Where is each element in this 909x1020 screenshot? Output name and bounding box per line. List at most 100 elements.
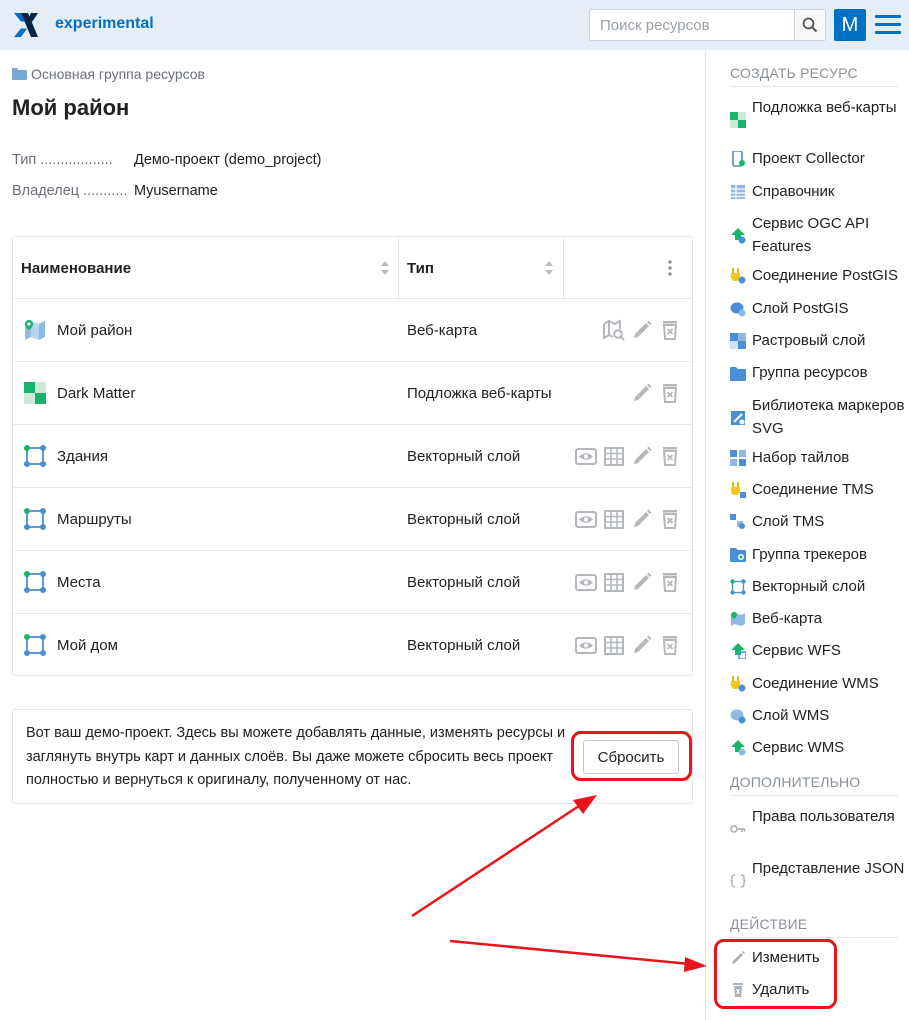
table-row[interactable]: Маршруты Векторный слой bbox=[13, 488, 692, 551]
table-row[interactable]: Мой дом Векторный слой bbox=[13, 614, 692, 677]
edit-pencil-icon[interactable] bbox=[631, 508, 653, 530]
key-icon bbox=[730, 825, 746, 833]
sidebar-item-label: Соединение PostGIS bbox=[752, 267, 898, 284]
sidebar-item-label: Сервис OGC API Features bbox=[752, 215, 870, 255]
sidebar-item-collector[interactable]: Проект Collector bbox=[730, 147, 906, 170]
vector-layer-icon bbox=[24, 571, 46, 593]
basemap-icon bbox=[730, 112, 746, 128]
table-row[interactable]: Места Векторный слой bbox=[13, 551, 692, 614]
column-menu-icon[interactable] bbox=[665, 259, 675, 277]
delete-trash-icon[interactable] bbox=[659, 634, 681, 656]
basemap-icon bbox=[24, 382, 46, 404]
sidebar-item-postgis-connection[interactable]: Соединение PostGIS bbox=[730, 264, 906, 287]
edit-pencil-icon[interactable] bbox=[631, 634, 653, 656]
ogcf-service-icon bbox=[731, 228, 746, 244]
table-grid-icon[interactable] bbox=[603, 445, 625, 467]
sidebar-item-vector-layer[interactable]: Векторный слой bbox=[730, 575, 906, 598]
sidebar-item-wms-service[interactable]: Сервис WMS bbox=[730, 736, 906, 759]
sidebar-item-label: Группа ресурсов bbox=[752, 364, 868, 381]
delete-trash-icon[interactable] bbox=[659, 319, 681, 341]
edit-pencil-icon[interactable] bbox=[631, 445, 653, 467]
notice-text: Вот ваш демо-проект. Здесь вы можете доб… bbox=[26, 725, 566, 788]
webmap-icon bbox=[731, 612, 745, 626]
tracker-group-icon bbox=[730, 548, 746, 562]
sidebar-item-svg-marker-library[interactable]: Библиотека маркеров SVG bbox=[730, 394, 906, 440]
sidebar-item-resource-group[interactable]: Группа ресурсов bbox=[730, 361, 906, 384]
delete-trash-icon[interactable] bbox=[659, 445, 681, 467]
sidebar-item-label: Библиотека маркеров SVG bbox=[752, 397, 905, 437]
search-button[interactable] bbox=[794, 10, 825, 40]
sidebar-item-postgis-layer[interactable]: Слой PostGIS bbox=[730, 297, 906, 320]
sidebar-item-wfs-service[interactable]: Сервис WFS bbox=[730, 639, 906, 662]
table-row[interactable]: Здания Векторный слой bbox=[13, 425, 692, 488]
sidebar-item-json[interactable]: Представление JSON bbox=[730, 857, 906, 889]
map-preview-icon[interactable] bbox=[603, 319, 625, 341]
section-title-create: СОЗДАТЬ РЕСУРС bbox=[730, 65, 898, 87]
search-icon bbox=[802, 17, 818, 33]
edit-pencil-icon[interactable] bbox=[631, 571, 653, 593]
sidebar-item-tms-layer[interactable]: Слой TMS bbox=[730, 510, 906, 533]
sidebar-item-tms-connection[interactable]: Соединение TMS bbox=[730, 478, 906, 501]
edit-pencil-icon[interactable] bbox=[631, 319, 653, 341]
preview-eye-icon[interactable] bbox=[575, 634, 597, 656]
delete-trash-icon[interactable] bbox=[659, 508, 681, 530]
sort-icon[interactable] bbox=[380, 260, 390, 276]
row-type: Векторный слой bbox=[407, 510, 521, 528]
sidebar-item-tracker-group[interactable]: Группа трекеров bbox=[730, 543, 906, 566]
avatar[interactable]: M bbox=[834, 9, 866, 41]
delete-trash-icon[interactable] bbox=[659, 382, 681, 404]
lookup-table-icon bbox=[731, 185, 745, 199]
tms-layer-icon bbox=[730, 514, 745, 529]
table-grid-icon[interactable] bbox=[603, 634, 625, 656]
delete-trash-icon[interactable] bbox=[659, 571, 681, 593]
sidebar-item-label: Растровый слой bbox=[752, 332, 866, 349]
arrow-to-actions bbox=[449, 939, 691, 966]
row-type: Векторный слой bbox=[407, 447, 521, 465]
row-name[interactable]: Мой район bbox=[57, 299, 132, 361]
breadcrumb-label[interactable]: Основная группа ресурсов bbox=[31, 66, 205, 82]
sidebar-item-label: Слой TMS bbox=[752, 513, 825, 530]
wms-layer-icon bbox=[730, 709, 746, 724]
sidebar-item-ogcf-service[interactable]: Сервис OGC API Features bbox=[730, 212, 906, 258]
row-name[interactable]: Dark Matter bbox=[57, 362, 135, 424]
sidebar-item-tileset[interactable]: Набор тайлов bbox=[730, 446, 906, 469]
wms-connection-icon bbox=[731, 676, 746, 692]
table-grid-icon[interactable] bbox=[603, 571, 625, 593]
sidebar-item-wms-layer[interactable]: Слой WMS bbox=[730, 704, 906, 727]
row-name[interactable]: Маршруты bbox=[57, 488, 132, 550]
edit-pencil-icon[interactable] bbox=[631, 382, 653, 404]
column-header-name[interactable]: Наименование bbox=[21, 237, 131, 299]
sidebar-item-label: Соединение WMS bbox=[752, 675, 879, 692]
arrowhead bbox=[684, 957, 707, 972]
sidebar-item-lookup-table[interactable]: Справочник bbox=[730, 180, 906, 203]
page-title: Мой район bbox=[12, 95, 130, 120]
app-title[interactable]: experimental bbox=[55, 15, 154, 33]
sort-icon[interactable] bbox=[544, 260, 554, 276]
sidebar-item-label: Веб-карта bbox=[752, 610, 823, 627]
hamburger-menu-icon[interactable] bbox=[875, 14, 901, 36]
sidebar-item-wms-connection[interactable]: Соединение WMS bbox=[730, 672, 906, 695]
preview-eye-icon[interactable] bbox=[575, 508, 597, 530]
preview-eye-icon[interactable] bbox=[575, 571, 597, 593]
row-name[interactable]: Места bbox=[57, 551, 101, 613]
table-row[interactable]: Мой район Веб-карта bbox=[13, 299, 692, 362]
sidebar-item-raster-layer[interactable]: Растровый слой bbox=[730, 329, 906, 352]
search-input[interactable] bbox=[590, 10, 796, 40]
row-name[interactable]: Мой дом bbox=[57, 614, 118, 676]
table-row[interactable]: Dark Matter Подложка веб-карты bbox=[13, 362, 692, 425]
vector-layer-icon bbox=[730, 579, 746, 595]
nextgis-logo-icon[interactable] bbox=[13, 12, 39, 38]
sidebar-item-webmap[interactable]: Веб-карта bbox=[730, 607, 906, 630]
vector-layer-icon bbox=[24, 508, 46, 530]
table-grid-icon[interactable] bbox=[603, 508, 625, 530]
row-type: Веб-карта bbox=[407, 321, 478, 339]
breadcrumb[interactable]: Основная группа ресурсов bbox=[12, 66, 205, 82]
row-name[interactable]: Здания bbox=[57, 425, 108, 487]
wms-service-icon bbox=[731, 740, 746, 756]
sidebar-item-basemap[interactable]: Подложка веб-карты bbox=[730, 96, 906, 128]
sidebar-item-permissions[interactable]: Права пользователя bbox=[730, 805, 906, 837]
column-header-type[interactable]: Тип bbox=[407, 237, 434, 299]
meta-value: Myusername bbox=[134, 183, 218, 199]
row-type: Векторный слой bbox=[407, 636, 521, 654]
preview-eye-icon[interactable] bbox=[575, 445, 597, 467]
